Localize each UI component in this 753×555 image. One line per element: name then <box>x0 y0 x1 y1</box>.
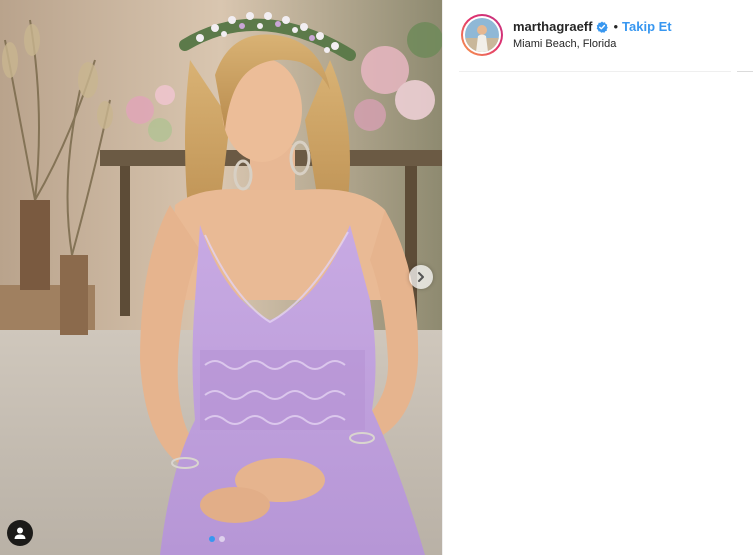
header-name-row: marthagraeff • Takip Et <box>513 19 672 34</box>
avatar-image <box>465 18 499 52</box>
separator-dot: • <box>613 19 619 34</box>
avatar-border <box>463 16 501 54</box>
post-media[interactable] <box>0 0 442 555</box>
user-icon <box>14 527 26 539</box>
post-header: marthagraeff • Takip Et Miami Beach, Flo… <box>443 0 753 72</box>
next-image-button[interactable] <box>409 265 433 289</box>
verified-badge-icon <box>596 21 609 33</box>
follow-button[interactable]: Takip Et <box>622 19 672 34</box>
avatar[interactable] <box>461 14 503 56</box>
header-divider <box>459 71 731 72</box>
scrollbar-hint <box>737 71 753 72</box>
post-photo <box>0 0 442 555</box>
carousel-dot-active <box>209 536 215 542</box>
panel-divider <box>442 0 443 555</box>
username-link[interactable]: marthagraeff <box>513 19 592 34</box>
tagged-users-button[interactable] <box>7 520 33 546</box>
chevron-right-icon <box>418 272 424 282</box>
location-link[interactable]: Miami Beach, Florida <box>513 38 616 50</box>
carousel-indicator <box>209 536 225 542</box>
carousel-dot <box>219 536 225 542</box>
